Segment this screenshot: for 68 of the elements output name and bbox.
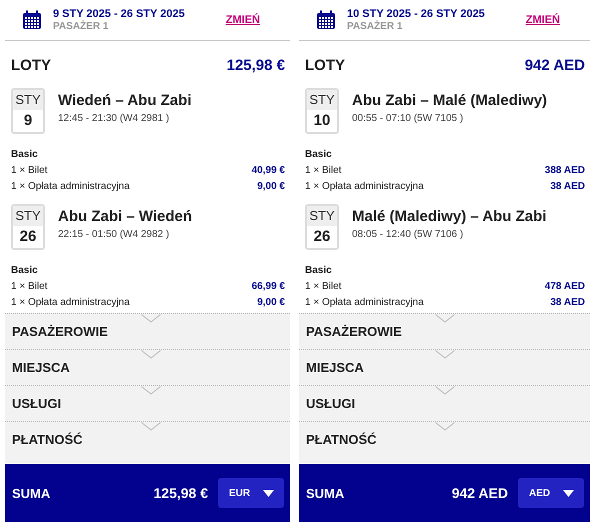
fare-name: Basic xyxy=(11,264,39,278)
accordion-item[interactable]: PASAŻEROWIE xyxy=(299,313,590,349)
price-label: 1 × Bilet xyxy=(11,280,48,294)
total-label: SUMA xyxy=(306,486,346,500)
flight-route: Abu Zabi – Wiedeń xyxy=(58,208,192,225)
change-link[interactable]: ZMIEŃ xyxy=(226,14,260,26)
flight-times: 08:05 - 12:40 (5W 7106 ) xyxy=(352,229,464,240)
price-value: 38 AED xyxy=(550,180,585,194)
caret-icon xyxy=(263,490,274,496)
price-label: 1 × Bilet xyxy=(305,164,342,178)
chevron-icon xyxy=(435,386,455,395)
chevron-icon xyxy=(435,314,455,323)
fare-name: Basic xyxy=(11,148,39,162)
passenger-count: PASAŻER 1 xyxy=(347,21,404,32)
chevron-icon xyxy=(141,386,161,395)
date-range: 9 STY 2025 - 26 STY 2025 xyxy=(53,8,186,20)
fare-name: Basic xyxy=(305,148,333,162)
flights-total: 942 AED xyxy=(524,56,585,74)
date-badge: STY 26 xyxy=(11,204,45,250)
price-value: 388 AED xyxy=(544,164,585,178)
date-range: 10 STY 2025 - 26 STY 2025 xyxy=(347,8,486,20)
accordion-item[interactable]: PASAŻEROWIE xyxy=(5,313,290,349)
accordion-item[interactable]: PŁATNOŚĆ xyxy=(5,421,290,457)
price-value: 66,99 € xyxy=(252,280,285,294)
section-title: LOTY xyxy=(11,56,51,74)
price-value: 9,00 € xyxy=(257,296,285,310)
caret-icon xyxy=(563,490,574,496)
calendar-icon xyxy=(316,10,336,30)
flight-route: Abu Zabi – Malé (Malediwy) xyxy=(352,92,548,109)
accordion-item[interactable]: USŁUGI xyxy=(5,385,290,421)
chevron-icon xyxy=(141,422,161,431)
date-badge: STY 26 xyxy=(305,204,339,250)
calendar-icon xyxy=(22,10,42,30)
price-value: 9,00 € xyxy=(257,180,285,194)
price-label: 1 × Opłata administracyjna xyxy=(11,180,130,194)
change-link[interactable]: ZMIEŃ xyxy=(526,14,560,26)
chevron-icon xyxy=(435,350,455,359)
price-value: 478 AED xyxy=(544,280,585,294)
flight-times: 22:15 - 01:50 (W4 2982 ) xyxy=(58,229,170,240)
total-amount: 942 AED xyxy=(452,485,508,501)
date-badge: STY 10 xyxy=(305,88,339,134)
flight-times: 12:45 - 21:30 (W4 2981 ) xyxy=(58,113,170,124)
total-amount: 125,98 € xyxy=(154,485,208,501)
price-label: 1 × Opłata administracyjna xyxy=(305,296,424,310)
price-label: 1 × Bilet xyxy=(305,280,342,294)
currency-dropdown[interactable]: EUR xyxy=(218,478,284,508)
currency-dropdown[interactable]: AED xyxy=(518,478,584,508)
price-label: 1 × Bilet xyxy=(11,164,48,178)
accordion-item[interactable]: USŁUGI xyxy=(299,385,590,421)
accordion-item[interactable]: PŁATNOŚĆ xyxy=(299,421,590,457)
flight-route: Malé (Malediwy) – Abu Zabi xyxy=(352,208,546,225)
price-value: 38 AED xyxy=(550,296,585,310)
price-value: 40,99 € xyxy=(252,164,285,178)
flights-total: 125,98 € xyxy=(226,56,285,74)
fare-name: Basic xyxy=(305,264,333,278)
price-label: 1 × Opłata administracyjna xyxy=(305,180,424,194)
passenger-count: PASAŻER 1 xyxy=(53,21,110,32)
accordion-item[interactable]: MIEJSCA xyxy=(299,349,590,385)
date-badge: STY 9 xyxy=(11,88,45,134)
accordion-item[interactable]: MIEJSCA xyxy=(5,349,290,385)
chevron-icon xyxy=(435,422,455,431)
section-title: LOTY xyxy=(305,56,345,74)
flight-route: Wiedeń – Abu Zabi xyxy=(58,92,192,109)
flight-times: 00:55 - 07:10 (5W 7105 ) xyxy=(352,113,464,124)
total-label: SUMA xyxy=(12,486,52,500)
price-label: 1 × Opłata administracyjna xyxy=(11,296,130,310)
chevron-icon xyxy=(141,314,161,323)
chevron-icon xyxy=(141,350,161,359)
